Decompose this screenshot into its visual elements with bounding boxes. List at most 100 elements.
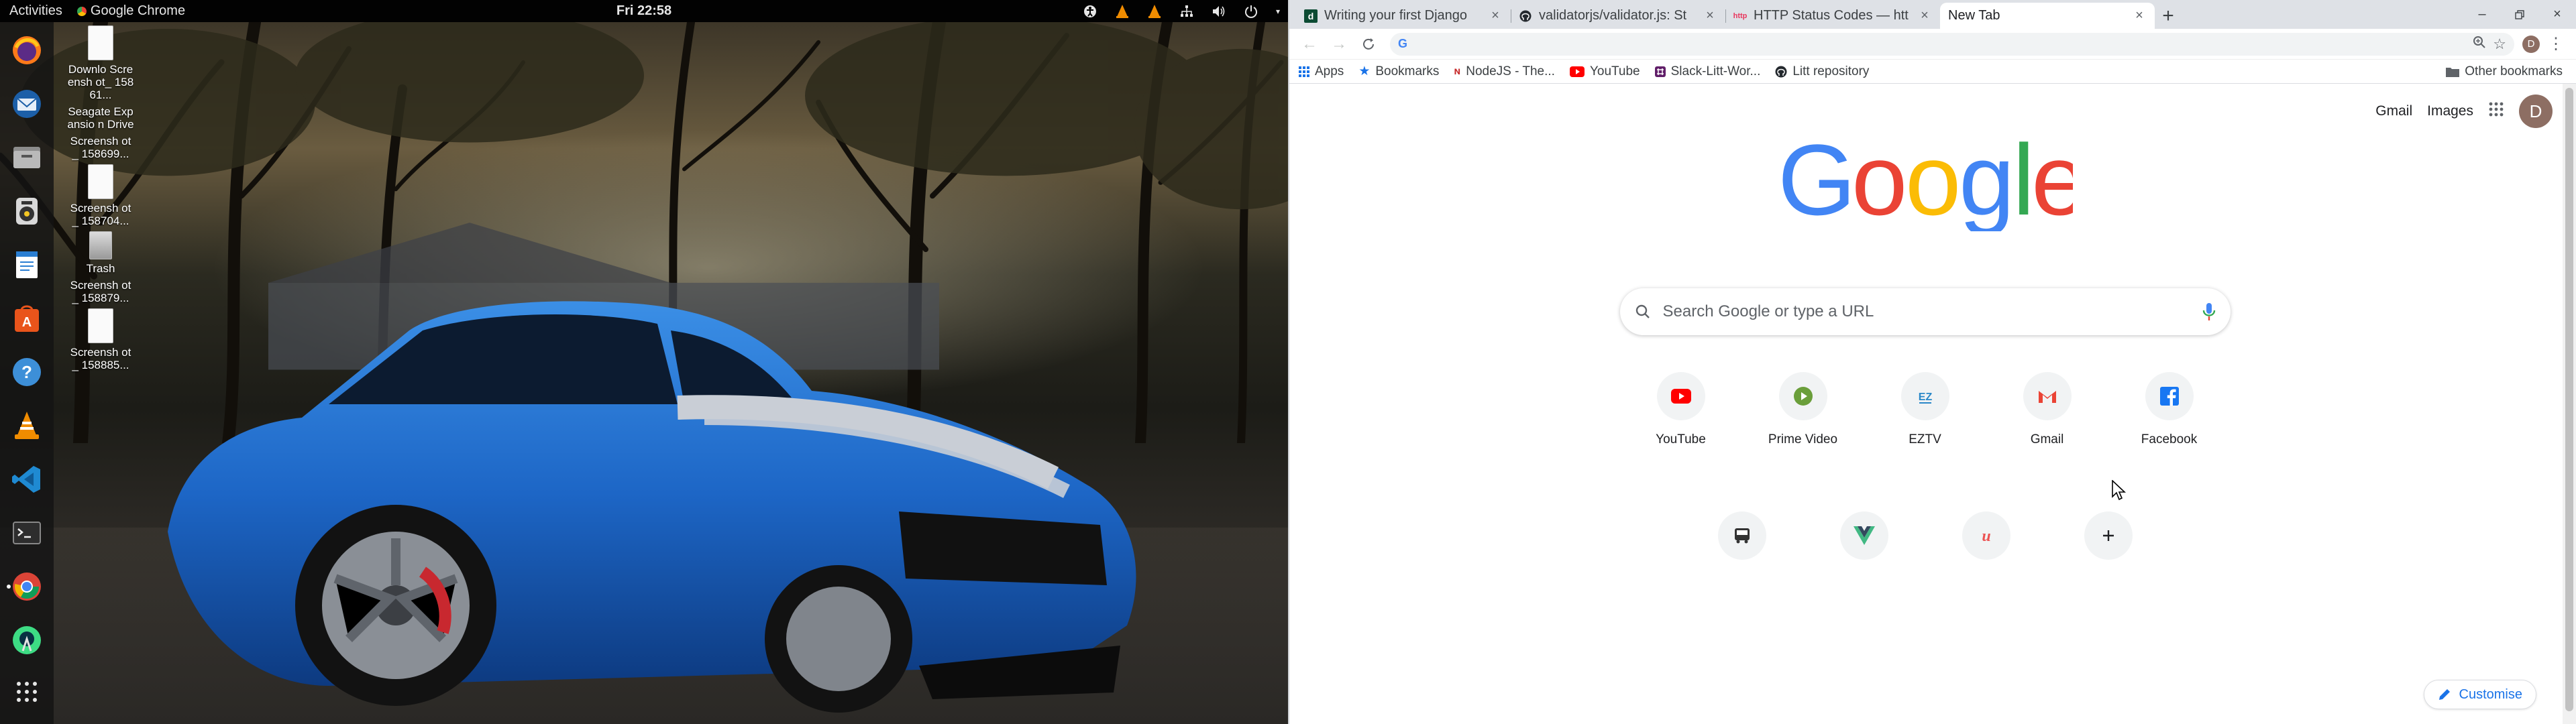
desktop-icon-screenshot-3[interactable]: Screensh ot_ 158704... <box>67 164 134 227</box>
network-icon[interactable] <box>1178 3 1195 20</box>
dock-item-files[interactable] <box>5 135 48 180</box>
bookmark-apps[interactable]: Apps <box>1299 64 1344 79</box>
images-link[interactable]: Images <box>2427 103 2473 119</box>
app-menu[interactable]: Google Chrome <box>72 0 191 22</box>
gnome-top-bar: Activities Google Chrome Fri 22:58 ▾ <box>0 0 1288 22</box>
shortcut-bus[interactable] <box>1682 498 1803 619</box>
ntp-search-box[interactable] <box>1619 288 2231 335</box>
trash-icon <box>89 231 112 259</box>
omnibox[interactable]: G ☆ <box>1390 32 2514 56</box>
browser-toolbar: ← → G ☆ D ⋮ <box>1289 29 2576 60</box>
dock-item-firefox[interactable] <box>5 27 48 73</box>
bookmarks-bar: Apps ★ Bookmarks ɴ NodeJS - The... YouTu… <box>1289 60 2576 84</box>
shortcut-vue[interactable] <box>1804 498 1925 619</box>
shortcut-gmail[interactable]: Gmail <box>1987 359 2108 479</box>
minimize-button[interactable]: – <box>2463 0 2501 29</box>
vlc-tray-icon-2[interactable] <box>1146 3 1163 20</box>
shortcut-eztv[interactable]: EZ EZTV <box>1865 359 1986 479</box>
desktop-icon-trash[interactable]: Trash <box>67 231 134 275</box>
dock-item-android-studio[interactable] <box>5 617 48 663</box>
profile-button[interactable]: D <box>2522 35 2540 53</box>
shortcut-facebook[interactable]: Facebook <box>2109 359 2230 479</box>
volume-icon[interactable] <box>1210 3 1228 20</box>
other-bookmarks[interactable]: Other bookmarks <box>2446 60 2563 83</box>
dock-item-rhythmbox[interactable] <box>5 188 48 234</box>
tab-new-tab[interactable]: New Tab × <box>1940 3 2155 29</box>
desktop-icon-screenshot-4[interactable]: Screensh ot_ 158879... <box>67 279 134 304</box>
dock-item-chrome[interactable] <box>5 564 48 609</box>
desktop-icon-label: Trash <box>86 262 115 275</box>
vlc-tray-icon[interactable] <box>1114 3 1131 20</box>
dock: A ? <box>0 22 54 724</box>
shortcut-prime-video[interactable]: Prime Video <box>1743 359 1864 479</box>
bookmark-nodejs[interactable]: ɴ NodeJS - The... <box>1454 64 1555 79</box>
dock-item-vscode[interactable] <box>5 457 48 502</box>
gmail-link[interactable]: Gmail <box>2375 103 2412 119</box>
bookmark-star-icon[interactable]: ☆ <box>2493 36 2506 53</box>
bookmark-label: Litt repository <box>1792 64 1870 78</box>
desktop-icon-seagate-drive[interactable]: Seagate Expansio n Drive <box>67 105 134 131</box>
zoom-icon[interactable] <box>2473 36 2486 52</box>
accessibility-icon[interactable] <box>1081 3 1099 20</box>
bookmark-youtube[interactable]: YouTube <box>1569 64 1640 79</box>
power-icon[interactable] <box>1242 3 1260 20</box>
close-window-button[interactable]: × <box>2538 0 2576 29</box>
new-tab-button[interactable]: + <box>2155 3 2182 29</box>
dock-item-writer[interactable] <box>5 242 48 288</box>
dock-item-thunderbird[interactable] <box>5 81 48 127</box>
desktop-icon-screenshot-5[interactable]: Screensh ot_ 158885... <box>67 308 134 371</box>
chrome-menu-button[interactable]: ⋮ <box>2542 31 2569 58</box>
shortcut-udemy[interactable]: u <box>1926 498 2047 619</box>
microphone-icon[interactable] <box>2202 302 2216 321</box>
close-icon[interactable]: × <box>2132 8 2147 23</box>
account-avatar[interactable]: D <box>2519 95 2553 128</box>
search-icon <box>1635 304 1650 318</box>
github-favicon-icon <box>1519 9 1532 23</box>
file-thumbnail <box>88 164 113 199</box>
maximize-button[interactable] <box>2501 0 2538 29</box>
reload-button[interactable] <box>1355 31 1382 58</box>
close-icon[interactable]: × <box>1917 8 1932 23</box>
desktop-icon-screenshot-1[interactable]: Downlo Screensh ot_ 15861... <box>67 25 134 101</box>
google-logo: G o o g l e <box>1778 131 2073 231</box>
bookmark-slack[interactable]: Slack-Litt-Wor... <box>1654 64 1760 79</box>
tab-http-status[interactable]: http HTTP Status Codes — htt × <box>1725 3 1940 29</box>
customise-label: Customise <box>2459 686 2522 702</box>
tab-django[interactable]: d Writing your first Django × <box>1296 3 1511 29</box>
chevron-down-icon[interactable]: ▾ <box>1275 3 1281 20</box>
bus-icon <box>1717 511 1766 560</box>
search-input[interactable] <box>1662 302 2190 321</box>
svg-text:EZ: EZ <box>1918 391 1932 403</box>
blue-car-image <box>168 301 1136 713</box>
tab-validator[interactable]: validatorjs/validator.js: St × <box>1511 3 1725 29</box>
ntp-header: Gmail Images D <box>2375 95 2553 128</box>
bookmark-label: Apps <box>1315 64 1344 78</box>
customise-button[interactable]: Customise <box>2423 680 2536 709</box>
back-button[interactable]: ← <box>1296 31 1323 58</box>
close-icon[interactable]: × <box>1488 8 1503 23</box>
activities-button[interactable]: Activities <box>0 0 72 22</box>
facebook-icon <box>2145 372 2194 420</box>
dock-item-software[interactable]: A <box>5 296 48 341</box>
close-icon[interactable]: × <box>1703 8 1717 23</box>
desktop-icon-screenshot-2[interactable]: Screensh ot_ 158699... <box>67 135 134 160</box>
slack-icon <box>1654 66 1666 77</box>
dock-item-terminal[interactable] <box>5 510 48 556</box>
tab-title: HTTP Status Codes — htt <box>1754 8 1909 23</box>
udemy-icon: u <box>1962 511 2010 560</box>
system-tray[interactable]: ▾ <box>1081 0 1281 22</box>
google-apps-button[interactable] <box>2488 101 2504 121</box>
address-bar-input[interactable] <box>1414 36 2467 52</box>
forward-button[interactable]: → <box>1326 31 1352 58</box>
show-applications-button[interactable] <box>5 669 48 715</box>
add-shortcut-button[interactable] <box>2048 498 2169 619</box>
shortcut-youtube[interactable]: YouTube <box>1621 359 1741 479</box>
clock[interactable]: Fri 22:58 <box>616 3 672 19</box>
dock-item-help[interactable]: ? <box>5 349 48 395</box>
page-scrollbar[interactable] <box>2563 84 2576 724</box>
dock-item-vlc[interactable] <box>5 403 48 448</box>
bookmark-litt[interactable]: Litt repository <box>1775 64 1869 79</box>
scrollbar-thumb[interactable] <box>2565 88 2573 711</box>
app-menu-label: Google Chrome <box>90 3 186 18</box>
bookmark-bookmarks[interactable]: ★ Bookmarks <box>1358 64 1439 79</box>
